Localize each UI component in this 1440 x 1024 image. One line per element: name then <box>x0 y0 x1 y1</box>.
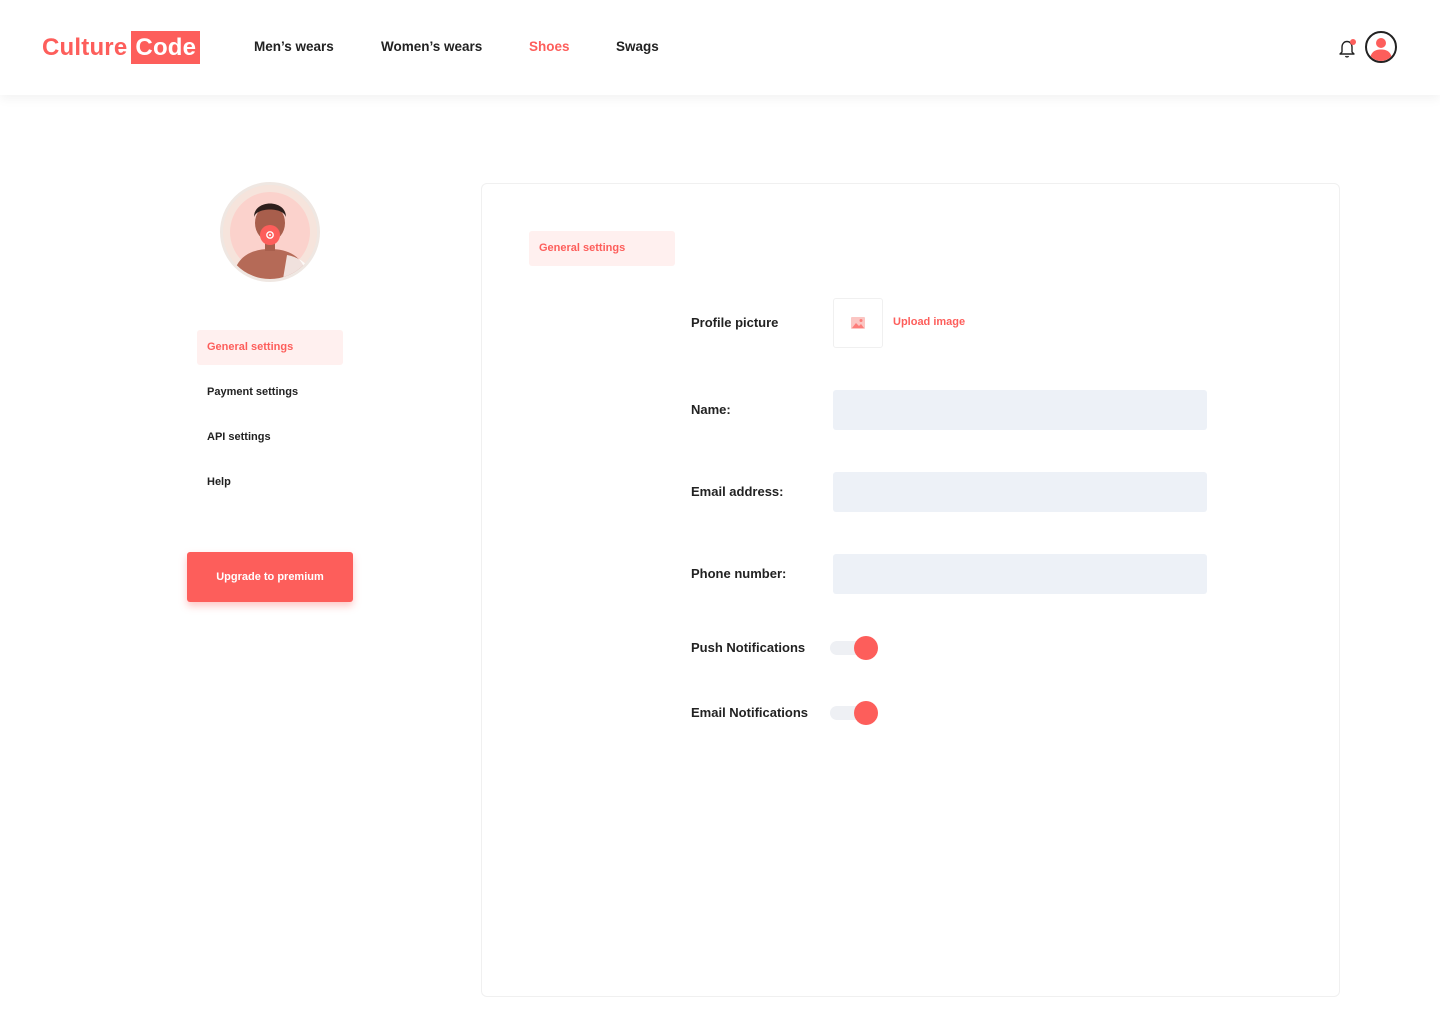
name-input[interactable] <box>833 390 1207 430</box>
profile-photo <box>220 182 320 282</box>
push-notifications-label: Push Notifications <box>691 640 806 655</box>
sidebar-item-api-settings[interactable]: API settings <box>197 420 343 455</box>
account-avatar-icon[interactable] <box>1365 31 1397 63</box>
sidebar-item-general-settings[interactable]: General settings <box>197 330 343 365</box>
profile-picture-label: Profile picture <box>691 315 779 330</box>
push-notifications-toggle[interactable] <box>830 636 878 660</box>
logo-text-culture: Culture <box>42 33 128 61</box>
nav-swags[interactable]: Swags <box>616 39 659 54</box>
upload-image-link[interactable]: Upload image <box>893 316 965 328</box>
email-label: Email address: <box>691 484 784 499</box>
image-placeholder-icon[interactable] <box>833 298 883 348</box>
upgrade-to-premium-button[interactable]: Upgrade to premium <box>187 552 353 602</box>
nav-shoes[interactable]: Shoes <box>529 39 570 54</box>
logo[interactable]: Culture Code <box>42 31 201 64</box>
sidebar-item-payment-settings[interactable]: Payment settings <box>197 375 343 410</box>
nav-mens-wears[interactable]: Men’s wears <box>254 39 334 54</box>
logo-text-code: Code <box>131 31 201 64</box>
sidebar-item-help[interactable]: Help <box>197 465 343 500</box>
toggle-knob <box>854 636 878 660</box>
phone-label: Phone number: <box>691 566 787 581</box>
tab-general-settings[interactable]: General settings <box>529 231 675 266</box>
bell-icon[interactable] <box>1337 37 1359 59</box>
notification-dot <box>1350 39 1356 45</box>
top-header: Culture Code Men’s wears Women’s wears S… <box>0 0 1440 95</box>
email-notifications-label: Email Notifications <box>691 705 809 720</box>
nav-womens-wears[interactable]: Women’s wears <box>381 39 482 54</box>
phone-input[interactable] <box>833 554 1207 594</box>
email-input[interactable] <box>833 472 1207 512</box>
email-notifications-toggle[interactable] <box>830 701 878 725</box>
name-label: Name: <box>691 402 731 417</box>
toggle-knob <box>854 701 878 725</box>
